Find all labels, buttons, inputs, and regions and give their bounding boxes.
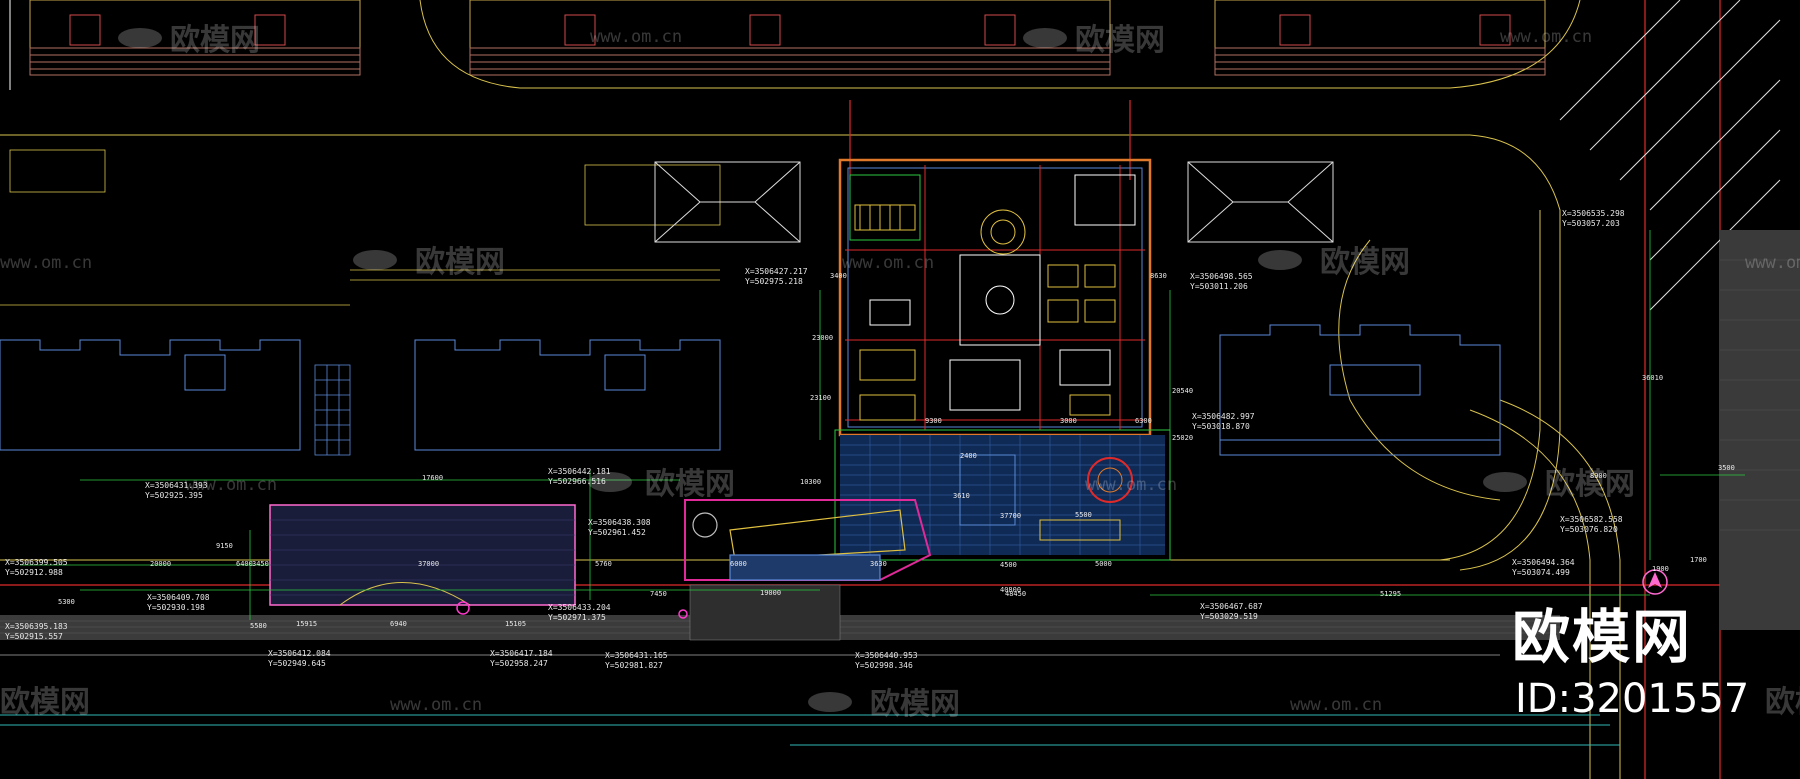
- coord-y-9: Y=502930.198: [147, 603, 205, 612]
- watermark-url: www.om.cn: [185, 475, 277, 495]
- coord-x-8: X=3506399.505: [5, 558, 68, 567]
- coord-y-2: Y=503011.206: [1190, 282, 1248, 291]
- coord-x-13: X=3506417.184: [490, 649, 553, 658]
- dim-label: 23100: [810, 394, 831, 402]
- coord-y-14: Y=502981.827: [605, 661, 663, 670]
- coord-x-16: X=3506467.687: [1200, 602, 1263, 611]
- dim-label: 20540: [1172, 387, 1193, 395]
- watermark-url: www.om.cn: [1290, 695, 1382, 715]
- dim-label: 3400: [830, 272, 847, 280]
- dim-label: 15915: [296, 620, 317, 628]
- watermark-text: 欧模网: [1320, 245, 1410, 280]
- coord-x-15: X=3506440.953: [855, 651, 918, 660]
- model-id-label: ID:3201557: [1515, 676, 1750, 722]
- dim-label: 36010: [1642, 374, 1663, 382]
- coord-x-10: X=3506395.183: [5, 622, 68, 631]
- dim-label: 6940: [390, 620, 407, 628]
- watermark-url: www.om.cn: [0, 253, 92, 273]
- watermark-text: 欧模网: [0, 685, 90, 720]
- watermark-url: www.om.cn: [590, 27, 682, 47]
- watermark-text: 欧模网: [645, 467, 735, 502]
- dim-label: 48450: [1005, 590, 1026, 598]
- dim-label: 8630: [1150, 272, 1167, 280]
- dim-label: 1900: [1652, 565, 1669, 573]
- dim-label: 15105: [505, 620, 526, 628]
- watermark-logo-icon: [118, 28, 162, 48]
- coord-y-1: Y=502975.218: [745, 277, 803, 286]
- watermark-text: 欧模网: [170, 23, 260, 58]
- dim-label: 4500: [1000, 561, 1017, 569]
- coord-y-8: Y=502912.988: [5, 568, 63, 577]
- dim-label: 10300: [800, 478, 821, 486]
- dim-label: 3610: [953, 492, 970, 500]
- coord-x-7: X=3506438.308: [588, 518, 651, 527]
- coord-y-10: Y=502915.557: [5, 632, 63, 641]
- dim-label: 5580: [250, 622, 267, 630]
- watermark-text: 欧模网: [1545, 467, 1635, 502]
- watermark-url: www.om.cn: [1745, 253, 1800, 273]
- watermark-url: www.om.cn: [1085, 475, 1177, 495]
- dim-label: 6300: [1135, 417, 1152, 425]
- dim-label: 25020: [1172, 434, 1193, 442]
- coord-x-4: X=3506535.298: [1562, 209, 1625, 218]
- dim-label: 20000: [150, 560, 171, 568]
- coord-x-18: X=3506582.558: [1560, 515, 1623, 524]
- watermark-text: 欧模网: [415, 245, 505, 280]
- dim-label: 5760: [595, 560, 612, 568]
- watermark-logo-icon: [1483, 472, 1527, 492]
- dim-label: 9150: [216, 542, 233, 550]
- coord-y-4: Y=503057.203: [1562, 219, 1620, 228]
- coord-x-12: X=3506412.084: [268, 649, 331, 658]
- coord-y-7: Y=502961.452: [588, 528, 646, 537]
- coord-x-2: X=3506498.565: [1190, 272, 1253, 281]
- dim-label: 3630: [870, 560, 887, 568]
- dim-label: 17600: [422, 474, 443, 482]
- watermark-logo-icon: [1023, 28, 1067, 48]
- dim-label: 9300: [925, 417, 942, 425]
- dim-label: 6000: [730, 560, 747, 568]
- dim-label: 6400: [236, 560, 253, 568]
- coord-x-3: X=3506482.997: [1192, 412, 1255, 421]
- brand-logo-text: 欧模网: [1512, 603, 1693, 671]
- dim-label: 7450: [650, 590, 667, 598]
- dim-label: 23000: [812, 334, 833, 342]
- watermark-url: www.om.cn: [842, 253, 934, 273]
- dim-label: 51295: [1380, 590, 1401, 598]
- dim-label: 37000: [418, 560, 439, 568]
- watermark-url: www.om.cn: [390, 695, 482, 715]
- coord-y-17: Y=503074.499: [1512, 568, 1570, 577]
- watermark-logo-icon: [353, 250, 397, 270]
- watermark-logo-icon: [1258, 250, 1302, 270]
- watermark-url: www.om.cn: [1500, 27, 1592, 47]
- coord-y-11: Y=502971.375: [548, 613, 606, 622]
- coord-y-15: Y=502998.346: [855, 661, 913, 670]
- watermark-logo-icon: [808, 692, 852, 712]
- watermark-text: 欧模网: [1075, 23, 1165, 58]
- dim-label: 5300: [58, 598, 75, 606]
- coord-x-1: X=3506427.217: [745, 267, 808, 276]
- coord-x-9: X=3506409.708: [147, 593, 210, 602]
- coord-y-13: Y=502958.247: [490, 659, 548, 668]
- dim-label: 37700: [1000, 512, 1021, 520]
- dim-label: 2400: [960, 452, 977, 460]
- dim-label: 3450: [252, 560, 269, 568]
- coord-y-3: Y=503018.870: [1192, 422, 1250, 431]
- dim-label: 19000: [760, 589, 781, 597]
- dim-label: 1700: [1690, 556, 1707, 564]
- dim-label: 3000: [1060, 417, 1077, 425]
- coord-x-11: X=3506433.204: [548, 603, 611, 612]
- coord-y-12: Y=502949.645: [268, 659, 326, 668]
- dim-label: 3500: [1718, 464, 1735, 472]
- coord-y-18: Y=503076.820: [1560, 525, 1618, 534]
- watermark-logo-icon: [588, 472, 632, 492]
- dim-label: 5000: [1095, 560, 1112, 568]
- coord-x-17: X=3506494.364: [1512, 558, 1575, 567]
- coord-y-16: Y=503029.519: [1200, 612, 1258, 621]
- watermark-text: 欧模网: [1765, 685, 1800, 720]
- dim-label: 5500: [1075, 511, 1092, 519]
- coord-x-14: X=3506431.165: [605, 651, 668, 660]
- watermark-text: 欧模网: [870, 687, 960, 722]
